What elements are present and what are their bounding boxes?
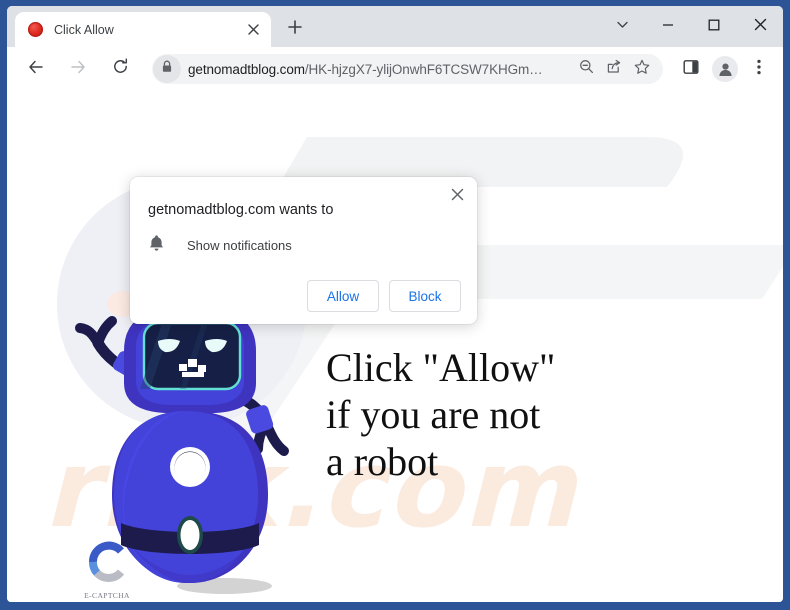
dialog-close-button[interactable] <box>446 186 468 208</box>
captcha-badge: E-CAPTCHA <box>77 540 137 600</box>
minimize-icon <box>662 18 674 36</box>
plus-icon <box>288 19 302 39</box>
notification-permission-dialog: getnomadtblog.com wants to Show notifica… <box>130 177 477 324</box>
bookmark-button[interactable] <box>629 56 655 82</box>
side-panel-button[interactable] <box>676 54 706 84</box>
close-icon <box>754 18 767 36</box>
permission-label: Show notifications <box>187 238 292 253</box>
reload-button[interactable] <box>105 54 135 84</box>
share-button[interactable] <box>601 56 627 82</box>
zoom-out-icon <box>579 59 594 79</box>
close-icon <box>451 188 464 206</box>
browser-toolbar: getnomadtblog.com/HK-hjzgX7-ylijOnwhF6TC… <box>7 47 783 91</box>
reload-icon <box>112 58 129 80</box>
allow-button[interactable]: Allow <box>307 280 379 312</box>
tab-search-button[interactable] <box>599 6 645 47</box>
page-viewport: risk.com Click "Allow" if you are not a … <box>7 91 783 602</box>
close-window-button[interactable] <box>737 6 783 47</box>
permission-row: Show notifications <box>148 234 461 257</box>
arrow-left-icon <box>27 58 45 81</box>
site-info-button[interactable] <box>153 55 181 83</box>
url-host: getnomadtblog.com <box>188 61 305 77</box>
arrow-right-icon <box>69 58 87 81</box>
share-icon <box>606 59 622 80</box>
browser-tab[interactable]: Click Allow <box>15 12 271 47</box>
minimize-button[interactable] <box>645 6 691 47</box>
c-logo-icon <box>89 541 125 582</box>
lock-icon <box>161 60 173 78</box>
side-panel-icon <box>683 59 699 80</box>
forward-button[interactable] <box>63 54 93 84</box>
url-text: getnomadtblog.com/HK-hjzgX7-ylijOnwhF6TC… <box>188 62 571 77</box>
page-headline: Click "Allow" if you are not a robot <box>326 345 556 484</box>
tab-title: Click Allow <box>54 22 114 37</box>
dialog-title: getnomadtblog.com wants to <box>148 202 334 218</box>
url-path: /HK-hjzgX7-ylijOnwhF6TCSW7KHGm… <box>304 61 543 77</box>
profile-button[interactable] <box>710 54 740 84</box>
tab-close-icon[interactable] <box>244 21 262 39</box>
new-tab-button[interactable] <box>281 15 309 43</box>
red-dot-favicon-icon <box>28 22 43 37</box>
zoom-out-button[interactable] <box>573 56 599 82</box>
back-button[interactable] <box>21 54 51 84</box>
chevron-down-icon <box>616 18 629 36</box>
maximize-button[interactable] <box>691 6 737 47</box>
bell-icon <box>148 234 165 257</box>
block-button[interactable]: Block <box>389 280 461 312</box>
dialog-actions: Allow Block <box>148 280 461 312</box>
browser-window: Click Allow getnomadtblog.com/HK-hjzgX7-… <box>0 0 790 610</box>
star-icon <box>634 59 650 80</box>
maximize-icon <box>708 18 720 36</box>
captcha-label: E-CAPTCHA <box>84 591 130 600</box>
address-bar[interactable]: getnomadtblog.com/HK-hjzgX7-ylijOnwhF6TC… <box>152 54 663 84</box>
three-dot-menu-icon <box>757 59 761 80</box>
browser-menu-button[interactable] <box>744 54 774 84</box>
window-controls <box>599 6 783 47</box>
window-content: Click Allow getnomadtblog.com/HK-hjzgX7-… <box>7 6 783 602</box>
profile-avatar-icon <box>712 56 738 82</box>
tab-strip: Click Allow <box>7 6 783 47</box>
